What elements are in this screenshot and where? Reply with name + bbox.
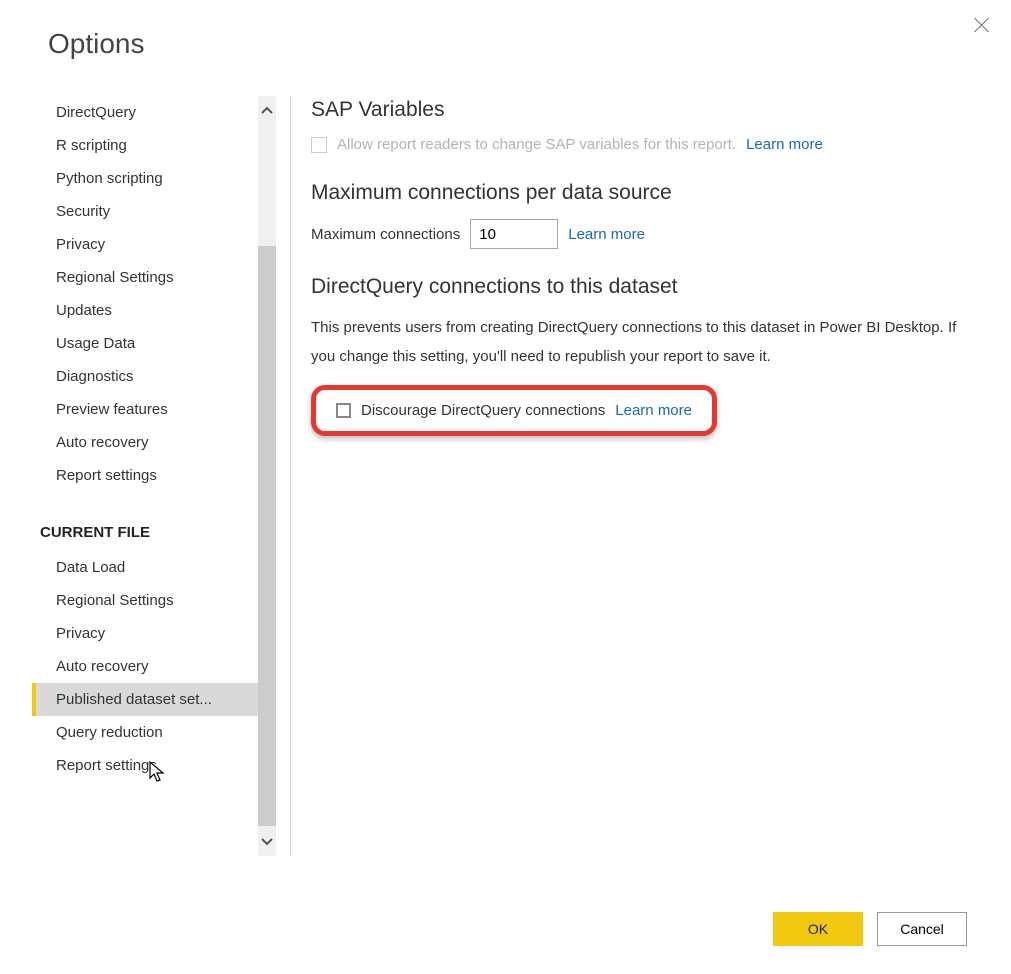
nav-list-global: DirectQuery R scripting Python scripting… xyxy=(32,96,276,492)
nav-item-privacy-file[interactable]: Privacy xyxy=(56,617,276,650)
nav-item-security[interactable]: Security xyxy=(56,195,276,228)
cancel-button[interactable]: Cancel xyxy=(877,912,967,946)
nav-item-usage-data[interactable]: Usage Data xyxy=(56,327,276,360)
dialog-body: DirectQuery R scripting Python scripting… xyxy=(0,96,1011,866)
nav-item-diagnostics[interactable]: Diagnostics xyxy=(56,360,276,393)
nav-item-regional-settings-file[interactable]: Regional Settings xyxy=(56,584,276,617)
nav-list-current-file: Data Load Regional Settings Privacy Auto… xyxy=(32,551,276,782)
section-title-directquery-connections: DirectQuery connections to this dataset xyxy=(311,275,971,299)
nav-item-preview-features[interactable]: Preview features xyxy=(56,393,276,426)
discourage-directquery-label: Discourage DirectQuery connections xyxy=(361,402,605,419)
max-connections-row: Maximum connections Learn more xyxy=(311,219,971,249)
scroll-down-icon[interactable] xyxy=(258,826,276,856)
nav-item-privacy[interactable]: Privacy xyxy=(56,228,276,261)
nav-item-published-dataset-settings[interactable]: Published dataset set... xyxy=(32,683,276,716)
section-title-max-connections: Maximum connections per data source xyxy=(311,181,971,205)
sidebar-scrollbar[interactable] xyxy=(258,96,276,856)
discourage-directquery-checkbox[interactable] xyxy=(336,403,351,418)
section-title-sap-variables: SAP Variables xyxy=(311,98,971,122)
close-icon[interactable] xyxy=(973,16,991,34)
nav-item-query-reduction[interactable]: Query reduction xyxy=(56,716,276,749)
sap-allow-checkbox xyxy=(311,137,327,153)
sidebar: DirectQuery R scripting Python scripting… xyxy=(32,96,276,866)
max-connections-learn-more-link[interactable]: Learn more xyxy=(568,226,645,243)
nav-item-report-settings[interactable]: Report settings xyxy=(56,459,276,492)
nav-item-regional-settings[interactable]: Regional Settings xyxy=(56,261,276,294)
nav-item-updates[interactable]: Updates xyxy=(56,294,276,327)
nav-item-python-scripting[interactable]: Python scripting xyxy=(56,162,276,195)
nav-item-data-load[interactable]: Data Load xyxy=(56,551,276,584)
nav-item-r-scripting[interactable]: R scripting xyxy=(56,129,276,162)
vertical-divider xyxy=(290,96,291,856)
directquery-description: This prevents users from creating Direct… xyxy=(311,314,961,371)
discourage-directquery-learn-more-link[interactable]: Learn more xyxy=(615,402,692,419)
sap-allow-label: Allow report readers to change SAP varia… xyxy=(337,136,736,153)
nav-item-auto-recovery-file[interactable]: Auto recovery xyxy=(56,650,276,683)
ok-button[interactable]: OK xyxy=(773,912,863,946)
section-heading-current-file: CURRENT FILE xyxy=(32,500,276,551)
options-dialog: Options DirectQuery R scripting Python s… xyxy=(0,0,1011,974)
scroll-thumb[interactable] xyxy=(258,246,276,826)
dialog-title: Options xyxy=(0,0,1011,60)
max-connections-label: Maximum connections xyxy=(311,226,460,243)
scroll-up-icon[interactable] xyxy=(258,96,276,126)
discourage-directquery-callout: Discourage DirectQuery connections Learn… xyxy=(311,385,717,436)
max-connections-input[interactable] xyxy=(470,219,558,249)
content-pane: SAP Variables Allow report readers to ch… xyxy=(311,96,1011,866)
sap-learn-more-link[interactable]: Learn more xyxy=(746,136,823,153)
sap-variables-row: Allow report readers to change SAP varia… xyxy=(311,136,971,153)
nav-item-directquery[interactable]: DirectQuery xyxy=(56,96,276,129)
dialog-footer: OK Cancel xyxy=(773,912,967,946)
nav-item-auto-recovery[interactable]: Auto recovery xyxy=(56,426,276,459)
nav-item-report-settings-file[interactable]: Report settings xyxy=(56,749,276,782)
